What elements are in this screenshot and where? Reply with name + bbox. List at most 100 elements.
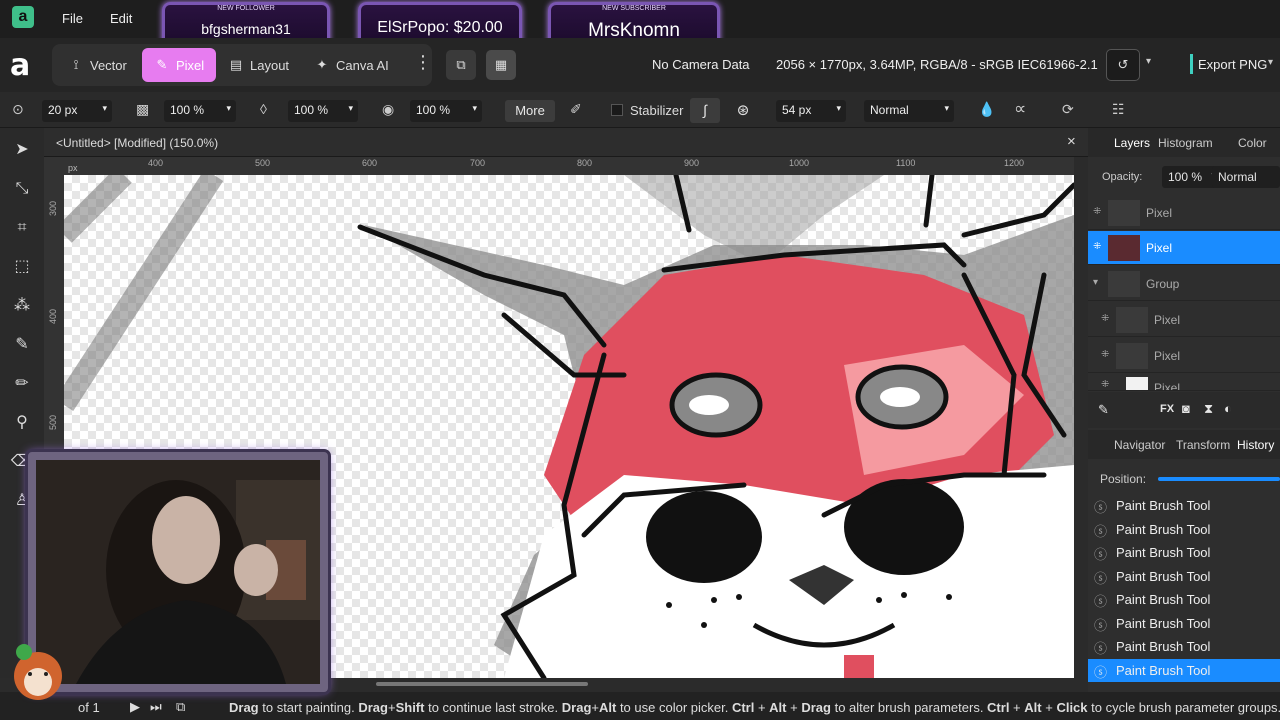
more-vertical-icon[interactable]: ⋮ [414,52,432,73]
history-label: Paint Brush Tool [1116,616,1211,631]
layer-name: Pixel [1146,206,1173,220]
layer-lock-icon[interactable]: ⁜ [1101,379,1109,390]
distance-field[interactable]: 54 px ▾ [776,100,846,122]
menu-edit[interactable]: Edit [110,11,132,26]
tab-transform[interactable]: Transform [1176,438,1230,452]
camera-info: No Camera Data [652,57,750,72]
layer-lock-icon[interactable]: ⁜ [1101,313,1109,324]
brush-settings-icon[interactable]: ⊙ [12,101,24,118]
hardness-field[interactable]: 100 % ▾ [410,100,482,122]
brush-options-icon[interactable]: ✐ [570,101,582,118]
history-item[interactable]: ⓢ Paint Brush Tool [1088,565,1280,588]
crop-tool-icon[interactable]: ⌗ [10,216,34,240]
layer-blend-select[interactable]: Normal [1212,166,1280,188]
persona-label: Vector [90,57,127,73]
flow-field[interactable]: 100 % ▾ [288,100,358,122]
menu-file[interactable]: File [62,11,83,26]
layer-row[interactable]: ⁜ Pixel [1088,375,1280,391]
app-logo-icon[interactable]: a [12,6,34,28]
quick-share-button[interactable]: ↺ [1106,49,1140,81]
tab-layers[interactable]: Layers [1114,136,1150,150]
layer-thumbnail [1116,307,1148,333]
brush-size-field[interactable]: 20 px ▾ [42,100,112,122]
hint-key: Alt [598,700,617,715]
chevron-down-icon[interactable]: ▾ [1268,57,1273,68]
close-document-button[interactable]: × [1067,133,1076,150]
history-item[interactable]: ⓢ Paint Brush Tool [1088,612,1280,635]
blend-mode-select[interactable]: Normal ▾ [864,100,954,122]
scrollbar-thumb[interactable] [376,682,588,686]
layer-row[interactable]: ⁜ Pixel [1088,303,1280,337]
history-label: Paint Brush Tool [1116,663,1211,678]
sparkle-icon: ✦ [316,57,328,72]
layer-lock-icon[interactable]: ⁜ [1093,206,1101,217]
history-label: Paint Brush Tool [1116,545,1211,560]
layer-thumbnail [1116,343,1148,369]
tab-color[interactable]: Color [1238,136,1267,150]
persona-vector[interactable]: ⟟ Vector [56,48,139,82]
chevron-down-icon[interactable]: ▾ [1093,277,1098,288]
adjustment-icon[interactable]: ⧗ [1204,401,1213,417]
move-tool-icon[interactable]: ➤ [10,138,34,162]
pages-icon[interactable]: ⧉ [176,699,185,715]
skip-end-icon[interactable]: ⏭ [150,699,162,715]
field-value: Normal [870,103,909,117]
transform-tool-icon[interactable]: ⤡ [10,177,34,201]
history-position-slider[interactable] [1158,477,1280,481]
persona-layout[interactable]: ▤ Layout [216,48,301,82]
chevron-down-icon[interactable]: ▾ [1146,56,1151,67]
window-mode-button[interactable]: ⊛ [728,98,758,123]
export-png-button[interactable]: Export PNG [1198,57,1267,72]
rope-mode-button[interactable]: ∫ [690,98,720,123]
layer-row[interactable]: ⁜ Pixel [1088,231,1280,265]
brush-stroke-icon: ⓢ [1094,665,1108,680]
fx-icon[interactable]: FX [1160,403,1174,415]
mask-icon[interactable]: ◙ [1182,401,1190,416]
alpha-icon[interactable]: ∝ [1014,99,1026,119]
history-item[interactable]: ⓢ Paint Brush Tool [1088,659,1280,682]
document-tab[interactable]: <Untitled> [Modified] (150.0%) × [44,128,1088,157]
persona-pixel[interactable]: ✎ Pixel [142,48,217,82]
stabilizer-checkbox[interactable] [611,104,623,116]
layer-name: Group [1146,277,1180,291]
paint-brush-tool-icon[interactable]: ✎ [10,333,34,357]
brush-stroke-icon: ⓢ [1094,500,1108,515]
document-title: <Untitled> [Modified] (150.0%) [56,136,219,150]
live-filter-icon[interactable]: ◐ [1224,401,1232,416]
sliders-icon[interactable]: ☷ [1112,101,1125,118]
refresh-icon[interactable]: ⟳ [1062,101,1074,118]
edit-icon[interactable]: ✎ [1098,402,1109,418]
hint-key: Ctrl [731,700,755,715]
text-ocr-button[interactable]: ⧉ [446,50,476,80]
ruler-tick: 800 [577,158,593,168]
layer-thumbnail [1108,271,1140,297]
layer-row[interactable]: ▾ Group [1088,267,1280,301]
pencil-tool-icon[interactable]: ✏ [10,372,34,396]
history-item[interactable]: ⓢ Paint Brush Tool [1088,518,1280,541]
history-item[interactable]: ⓢ Paint Brush Tool [1088,588,1280,611]
red-panda-emote [4,640,74,700]
layer-row[interactable]: ⁜ Pixel [1088,196,1280,230]
clone-tool-icon[interactable]: ⚲ [10,411,34,435]
persona-label: Canva AI [336,57,389,73]
play-icon[interactable]: ▶ [130,699,140,715]
selection-brush-icon[interactable]: ⁂ [10,294,34,318]
layer-row[interactable]: ⁜ Pixel [1088,339,1280,373]
affinity-logo-icon[interactable]: a [10,48,30,83]
layer-lock-icon[interactable]: ⁜ [1101,349,1109,360]
hint-key: Click [1056,700,1088,715]
more-button[interactable]: More [505,100,555,122]
opacity-field[interactable]: 100 % ▾ [164,100,236,122]
wet-edges-icon[interactable]: 💧 [978,101,995,118]
layer-lock-icon[interactable]: ⁜ [1093,241,1101,252]
grid-button[interactable]: ▦ [486,50,516,80]
persona-canva-ai[interactable]: ✦ Canva AI [302,48,401,82]
history-item[interactable]: ⓢ Paint Brush Tool [1088,635,1280,658]
tab-navigator[interactable]: Navigator [1114,438,1165,452]
marquee-tool-icon[interactable]: ⬚ [10,255,34,279]
history-item[interactable]: ⓢ Paint Brush Tool [1088,494,1280,517]
history-item[interactable]: ⓢ Paint Brush Tool [1088,541,1280,564]
stabilizer-label: Stabilizer [630,103,684,118]
tab-histogram[interactable]: Histogram [1158,136,1213,150]
tab-history[interactable]: History [1237,438,1274,452]
